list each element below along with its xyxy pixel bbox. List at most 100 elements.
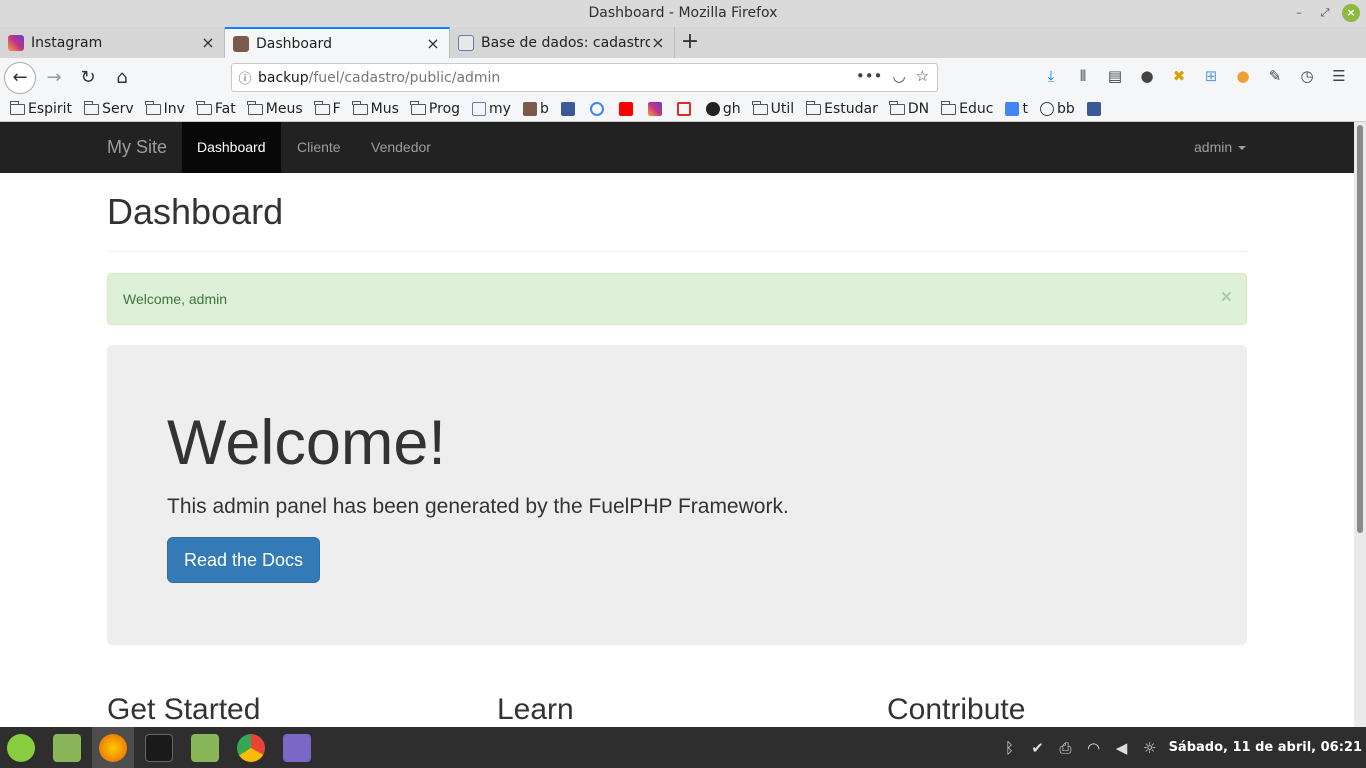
bookmark-folder[interactable]: Espirit (9, 100, 72, 117)
folder-icon (9, 100, 25, 115)
folder-icon (196, 100, 212, 115)
home-icon[interactable]: ⌂ (106, 62, 138, 94)
pocket-icon[interactable]: ◡ (892, 67, 905, 85)
account-icon[interactable]: ● (1136, 64, 1158, 88)
read-docs-button[interactable]: Read the Docs (167, 537, 320, 583)
info-icon[interactable]: ⓘ (232, 68, 258, 87)
bookmark-folder[interactable]: Meus (247, 100, 303, 117)
volume-icon[interactable]: ◀ (1113, 739, 1131, 757)
restore-icon[interactable]: ⤢ (1316, 4, 1334, 22)
url-path: /fuel/cadastro/public/admin (308, 69, 501, 86)
back-icon[interactable]: ← (4, 61, 36, 94)
bookmark-label: Meus (265, 101, 303, 117)
bookmark-link[interactable]: my (472, 101, 511, 117)
user-dropdown[interactable]: admin (1179, 122, 1261, 173)
extension-grid-icon[interactable]: ⊞ (1200, 64, 1222, 88)
new-tab-icon[interactable]: + (675, 27, 705, 58)
github-icon (705, 102, 720, 116)
bookmark-link[interactable] (647, 102, 665, 116)
bookmark-label: my (489, 101, 511, 117)
bookmark-folder[interactable]: Inv (145, 100, 185, 117)
translate-icon (1005, 102, 1020, 116)
tab-dashboard[interactable]: Dashboard × (225, 27, 450, 58)
extension-cross-icon[interactable]: ✖ (1168, 64, 1190, 88)
wifi-icon[interactable]: ◠ (1085, 739, 1103, 757)
close-icon[interactable]: × (1221, 274, 1232, 322)
bookmark-label: bb (1056, 101, 1075, 117)
google-icon (589, 102, 604, 116)
tab-base-de-dados[interactable]: Base de dados: cadastro × (450, 27, 675, 58)
bookmark-link[interactable]: bb (1039, 101, 1075, 117)
task-text-editor[interactable] (276, 727, 318, 768)
eyedropper-icon[interactable]: ✎ (1264, 64, 1286, 88)
bookmark-folder[interactable]: Util (752, 100, 794, 117)
bookmark-folder[interactable]: Mus (352, 100, 399, 117)
folder-icon (191, 733, 219, 762)
library-icon[interactable]: ⫴ (1072, 64, 1094, 88)
bookmark-link[interactable]: gh (705, 101, 741, 117)
bookmark-folder[interactable]: Fat (196, 100, 236, 117)
task-files[interactable] (46, 727, 88, 768)
folder-icon (352, 100, 368, 115)
nav-cliente[interactable]: Cliente (282, 122, 356, 173)
bookmark-folder[interactable]: Prog (410, 100, 460, 117)
bookmark-label: Educ (959, 101, 994, 117)
mint-menu-button[interactable] (0, 727, 42, 768)
task-firefox[interactable] (92, 727, 134, 768)
bookmark-star-icon[interactable]: ☆ (916, 67, 929, 85)
bookmark-folder[interactable]: Estudar (805, 100, 878, 117)
bookmark-label: Inv (163, 101, 185, 117)
page-scrollbar[interactable] (1354, 122, 1366, 727)
bluetooth-icon[interactable]: ᛒ (1001, 739, 1019, 757)
nav-dashboard[interactable]: Dashboard (182, 122, 281, 173)
shield-icon[interactable]: ✔ (1029, 739, 1047, 757)
sidebar-icon[interactable]: ▤ (1104, 64, 1126, 88)
bookmark-folder[interactable]: F (314, 100, 341, 117)
bookmark-label: DN (907, 101, 930, 117)
task-terminal[interactable] (138, 727, 180, 768)
site-brand[interactable]: My Site (107, 122, 167, 173)
scrollbar-thumb[interactable] (1357, 125, 1363, 533)
bookmark-folder[interactable]: Serv (83, 100, 134, 117)
clock[interactable]: Sábado, 11 de abril, 06:21 (1169, 740, 1362, 755)
bookmark-link[interactable] (560, 102, 578, 116)
folder-icon (145, 100, 161, 115)
tab-instagram[interactable]: Instagram × (0, 27, 225, 58)
printer-icon[interactable]: ⎙ (1057, 739, 1075, 757)
bookmark-link[interactable] (676, 102, 694, 116)
browser-toolbar: ← → ↻ ⌂ ⓘ backup/fuel/cadastro/public/ad… (0, 58, 1366, 97)
tab-close-icon[interactable]: × (425, 34, 441, 53)
tab-close-icon[interactable]: × (650, 33, 666, 52)
menu-icon[interactable]: ☰ (1328, 64, 1350, 88)
timer-icon[interactable]: ◷ (1296, 64, 1318, 88)
folder-icon (805, 100, 822, 115)
phpmyadmin-icon (472, 102, 487, 116)
folder-icon (889, 100, 905, 115)
bookmark-link[interactable] (1086, 102, 1104, 116)
bookmark-link[interactable]: b (522, 101, 549, 117)
page-title: Dashboard (107, 191, 284, 232)
extension-orange-icon[interactable]: ● (1232, 64, 1254, 88)
bookmark-label: Mus (370, 101, 399, 117)
url-bar[interactable]: ⓘ backup/fuel/cadastro/public/admin ••• … (231, 63, 938, 92)
bookmark-folder[interactable]: DN (889, 100, 930, 117)
page-actions-icon[interactable]: ••• (856, 67, 883, 85)
task-chrome[interactable] (230, 727, 272, 768)
bookmark-label: Serv (102, 101, 134, 117)
bookmark-link[interactable] (589, 102, 607, 116)
chrome-icon (237, 733, 265, 762)
downloads-icon[interactable]: ⤓ (1040, 64, 1062, 88)
bookmark-link[interactable]: t (1005, 101, 1028, 117)
forward-icon[interactable]: → (38, 62, 70, 94)
bookmark-label: t (1022, 101, 1028, 117)
close-window-icon[interactable]: × (1342, 4, 1360, 22)
reload-icon[interactable]: ↻ (72, 62, 104, 94)
task-folder[interactable] (184, 727, 226, 768)
bookmark-folder[interactable]: Educ (940, 100, 994, 117)
instagram-icon (8, 34, 24, 51)
minimize-icon[interactable]: – (1290, 4, 1308, 22)
bookmark-link[interactable] (618, 102, 636, 116)
brightness-icon[interactable]: ☼ (1141, 739, 1159, 757)
nav-vendedor[interactable]: Vendedor (356, 122, 446, 173)
tab-close-icon[interactable]: × (200, 33, 216, 52)
